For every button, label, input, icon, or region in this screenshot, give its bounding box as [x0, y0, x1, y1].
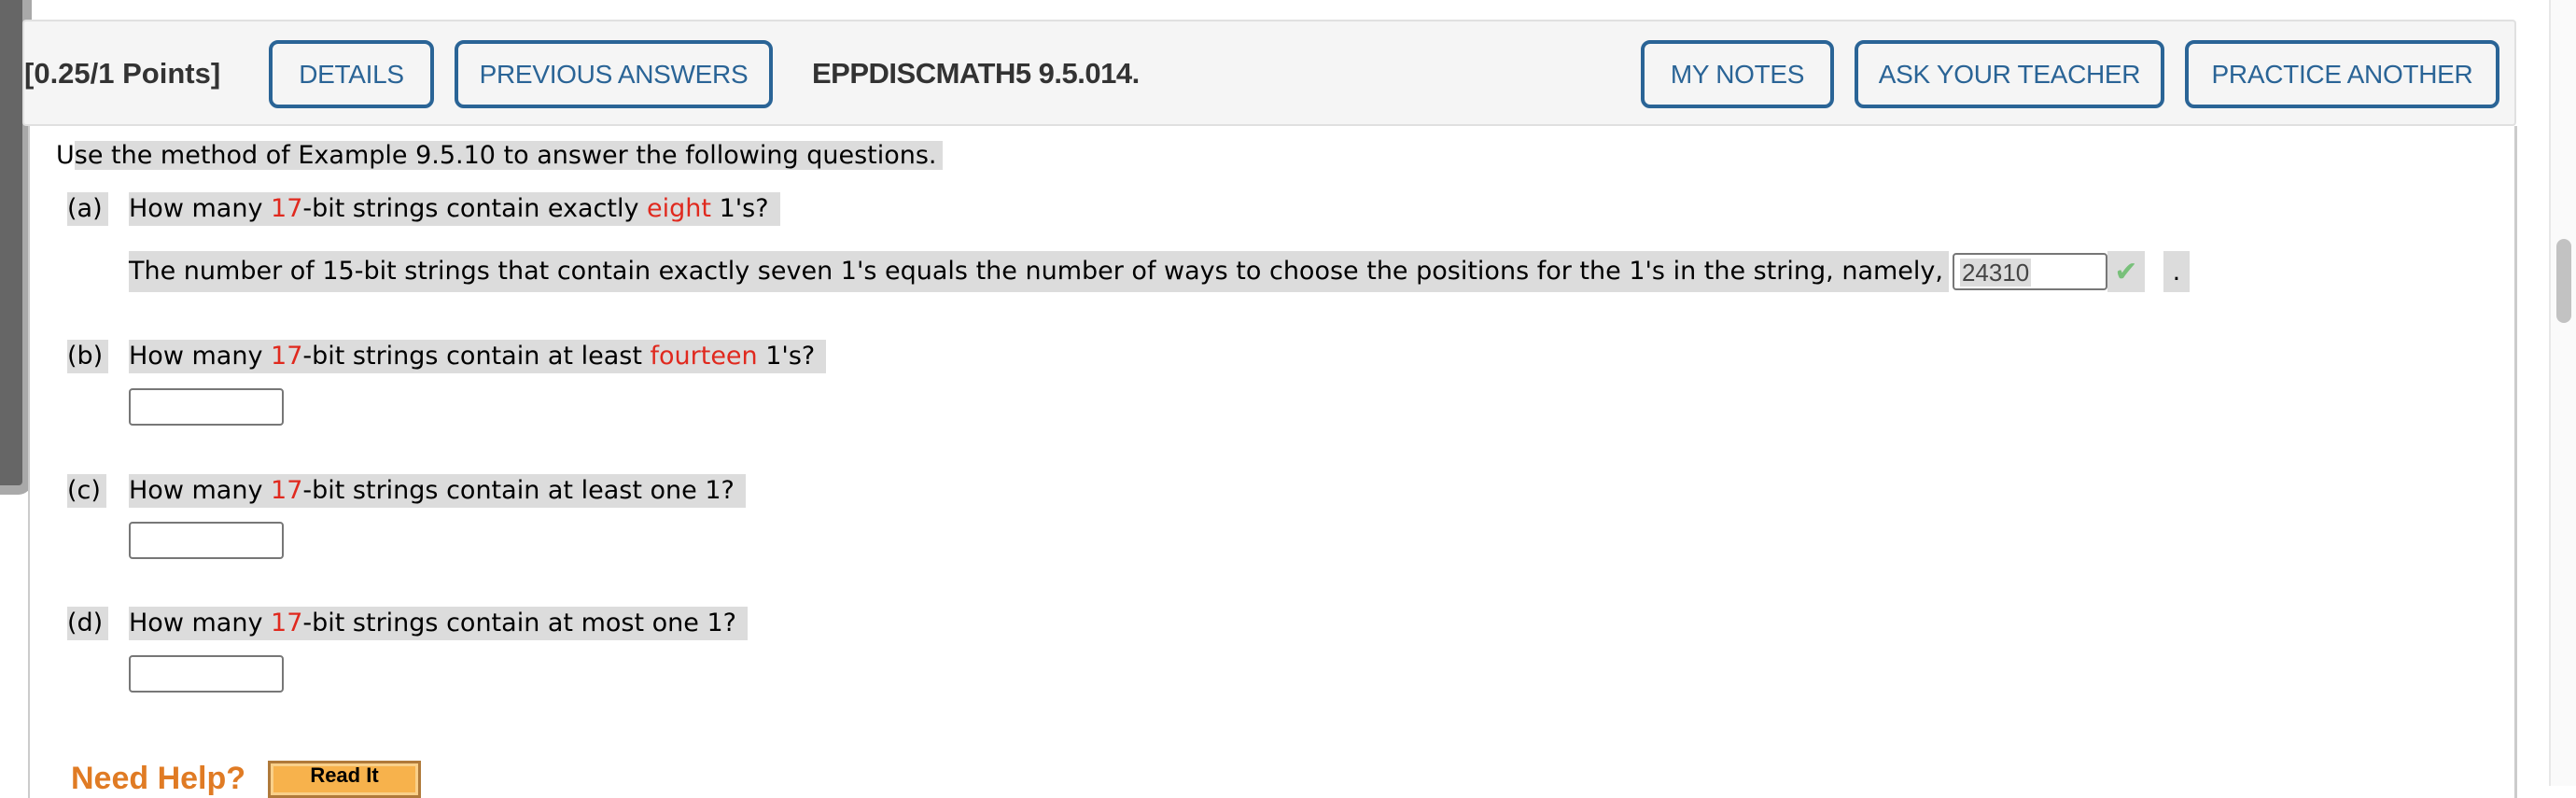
q-text: -bit strings contain at least — [302, 342, 651, 371]
ask-your-teacher-button[interactable]: ASK YOUR TEACHER — [1855, 40, 2164, 108]
part-b-question: How many 17-bit strings contain at least… — [129, 340, 827, 373]
instructions-first-char: U — [56, 141, 75, 170]
q-text: -bit strings contain at least one 1? — [302, 476, 735, 505]
part-a-label: (a) — [67, 192, 108, 226]
q-text: 1's? — [711, 194, 769, 223]
question-header: [0.25/1 Points] DETAILS PREVIOUS ANSWERS… — [22, 20, 2516, 126]
part-a-answer-row: The number of 15-bit strings that contai… — [129, 251, 2190, 292]
previous-answers-button[interactable]: PREVIOUS ANSWERS — [455, 40, 773, 108]
q-text: -bit strings contain exactly — [302, 194, 648, 223]
details-button[interactable]: DETAILS — [269, 40, 434, 108]
q-text: -bit strings contain at most one 1? — [302, 609, 736, 637]
part-d-label: (d) — [67, 607, 109, 640]
part-c-label: (c) — [67, 474, 106, 508]
need-help-label: Need Help? — [71, 761, 246, 796]
part-b-answer-input[interactable] — [129, 388, 284, 426]
bit-length-value: 17 — [271, 609, 303, 637]
q-text: How many — [129, 342, 272, 371]
q-text: How many — [129, 476, 272, 505]
part-a-answer-input[interactable]: 24310 — [1952, 253, 2107, 290]
scrollbar-thumb[interactable] — [2556, 239, 2571, 323]
my-notes-button[interactable]: MY NOTES — [1641, 40, 1834, 108]
part-d-answer-input[interactable] — [129, 655, 284, 693]
ones-count-value: eight — [647, 194, 711, 223]
points-label: [0.25/1 Points] — [24, 57, 221, 90]
part-a-answer-suffix: . — [2163, 251, 2190, 292]
read-it-button[interactable]: Read It — [268, 761, 421, 798]
part-d-question: How many 17-bit strings contain at most … — [129, 607, 748, 640]
practice-another-button[interactable]: PRACTICE ANOTHER — [2185, 40, 2499, 108]
part-c-question: How many 17-bit strings contain at least… — [129, 474, 746, 508]
question-body: Use the method of Example 9.5.10 to answ… — [28, 126, 2517, 798]
bit-length-value: 17 — [271, 194, 303, 223]
part-c-answer-input[interactable] — [129, 522, 284, 559]
vertical-scrollbar[interactable] — [2549, 0, 2576, 786]
part-a-answer-prefix: The number of 15-bit strings that contai… — [129, 251, 1949, 292]
part-b-label: (b) — [67, 340, 109, 373]
ones-count-value: fourteen — [650, 342, 758, 371]
part-a-question: How many 17-bit strings contain exactly … — [129, 192, 780, 226]
question-id: EPPDISCMATH5 9.5.014. — [812, 57, 1140, 90]
bit-length-value: 17 — [271, 342, 303, 371]
correct-check-icon: ✔ — [2107, 251, 2145, 292]
q-text: How many — [129, 194, 272, 223]
q-text: 1's? — [757, 342, 816, 371]
part-a-answer-value: 24310 — [1959, 259, 2032, 287]
q-text: How many — [129, 609, 272, 637]
instructions-text: se the method of Example 9.5.10 to answe… — [74, 141, 943, 170]
instructions: Use the method of Example 9.5.10 to answ… — [56, 139, 946, 173]
bit-length-value: 17 — [271, 476, 303, 505]
